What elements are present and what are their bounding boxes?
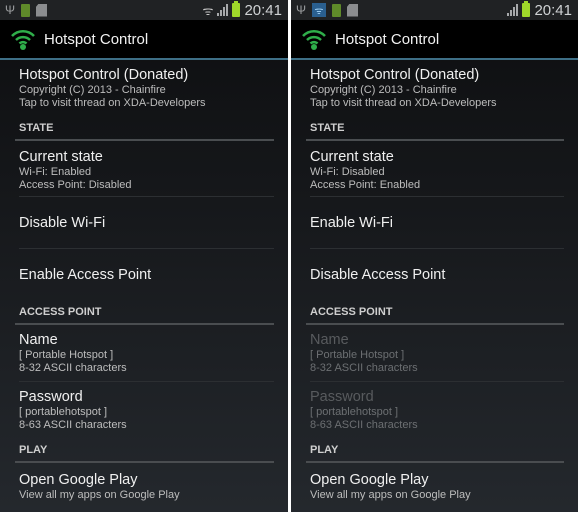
play-title: Open Google Play (19, 472, 138, 488)
ap-toggle-item[interactable]: Disable Access Point (310, 249, 564, 300)
play-sub: View all my apps on Google Play (19, 489, 180, 501)
wifi-toggle-item[interactable]: Disable Wi-Fi (19, 197, 274, 248)
hotspot-app-icon (11, 29, 35, 50)
access-point-header: ACCESS POINT (310, 306, 393, 318)
battery-full-icon (21, 3, 30, 17)
password-hint: 8-63 ASCII characters (310, 419, 418, 431)
name-item[interactable]: Name [ Portable Hotspot ] 8-32 ASCII cha… (19, 325, 274, 381)
action-bar: Hotspot Control (0, 20, 288, 60)
battery-full-icon (332, 3, 341, 17)
wifi-state: Wi-Fi: Enabled (19, 166, 92, 178)
current-state-item: Current state Wi-Fi: Enabled Access Poin… (19, 141, 274, 196)
app-title: Hotspot Control (44, 30, 149, 48)
wifi-tether-icon: ᯤ (202, 3, 214, 18)
state-header: STATE (310, 122, 345, 134)
status-bar: Ψ ᯤ 20:41 (291, 0, 578, 20)
about-copyright: Copyright (C) 2013 - Chainfire (19, 84, 166, 96)
current-state-title: Current state (19, 149, 103, 165)
ap-toggle-item[interactable]: Enable Access Point (19, 249, 274, 300)
password-title: Password (310, 389, 374, 405)
about-copyright: Copyright (C) 2013 - Chainfire (310, 84, 457, 96)
play-header: PLAY (310, 444, 339, 456)
signal-icon (507, 4, 519, 16)
current-state-item: Current state Wi-Fi: Disabled Access Poi… (310, 141, 564, 196)
ap-state: Access Point: Enabled (310, 179, 421, 191)
access-point-header: ACCESS POINT (19, 306, 102, 318)
wifi-toggle-label: Disable Wi-Fi (19, 214, 106, 231)
wifi-state: Wi-Fi: Disabled (310, 166, 385, 178)
password-value: [ portablehotspot ] (19, 406, 108, 418)
play-sub: View all my apps on Google Play (310, 489, 471, 501)
signal-icon (217, 4, 229, 16)
password-item: Password [ portablehotspot ] 8-63 ASCII … (310, 382, 564, 438)
about-title: Hotspot Control (Donated) (19, 67, 189, 83)
state-header: STATE (19, 122, 54, 134)
play-header: PLAY (19, 444, 48, 456)
about-link: Tap to visit thread on XDA-Developers (19, 97, 206, 109)
name-title: Name (19, 332, 58, 348)
name-title: Name (310, 332, 349, 348)
wifi-toggle-label: Enable Wi-Fi (310, 214, 393, 231)
ap-toggle-label: Disable Access Point (310, 266, 446, 283)
battery-icon (522, 1, 531, 17)
name-item: Name [ Portable Hotspot ] 8-32 ASCII cha… (310, 325, 564, 381)
ap-toggle-label: Enable Access Point (19, 266, 152, 283)
sd-card-icon (347, 3, 358, 17)
name-hint: 8-32 ASCII characters (310, 362, 418, 374)
about-link: Tap to visit thread on XDA-Developers (310, 97, 497, 109)
password-item[interactable]: Password [ portablehotspot ] 8-63 ASCII … (19, 382, 274, 438)
clock: 20:41 (534, 1, 572, 19)
usb-icon: Ψ (5, 3, 16, 17)
hotspot-app-icon (302, 29, 326, 50)
password-hint: 8-63 ASCII characters (19, 419, 127, 431)
open-google-play-item[interactable]: Open Google Play View all my apps on Goo… (310, 463, 564, 502)
battery-icon (232, 1, 241, 17)
ap-state: Access Point: Disabled (19, 179, 132, 191)
play-title: Open Google Play (310, 472, 429, 488)
sd-card-icon (36, 3, 47, 17)
wifi-icon: ᯤ (312, 3, 326, 17)
app-title: Hotspot Control (335, 30, 440, 48)
usb-icon: Ψ (296, 3, 307, 17)
screenshot-right: Ψ ᯤ 20:41 Hotspot Control Hotspot Contro… (291, 0, 578, 512)
current-state-title: Current state (310, 149, 394, 165)
open-google-play-item[interactable]: Open Google Play View all my apps on Goo… (19, 463, 274, 502)
screenshot-left: Ψ ᯤ 20:41 Hotspot Control Hotspot Contro… (0, 0, 288, 512)
password-value: [ portablehotspot ] (310, 406, 399, 418)
name-hint: 8-32 ASCII characters (19, 362, 127, 374)
status-bar: Ψ ᯤ 20:41 (0, 0, 288, 20)
clock: 20:41 (244, 1, 282, 19)
name-value: [ Portable Hotspot ] (310, 349, 405, 361)
about-title: Hotspot Control (Donated) (310, 67, 480, 83)
password-title: Password (19, 389, 83, 405)
about-item[interactable]: Hotspot Control (Donated) Copyright (C) … (310, 60, 564, 116)
about-item[interactable]: Hotspot Control (Donated) Copyright (C) … (19, 60, 274, 116)
name-value: [ Portable Hotspot ] (19, 349, 114, 361)
wifi-toggle-item[interactable]: Enable Wi-Fi (310, 197, 564, 248)
action-bar: Hotspot Control (291, 20, 578, 60)
